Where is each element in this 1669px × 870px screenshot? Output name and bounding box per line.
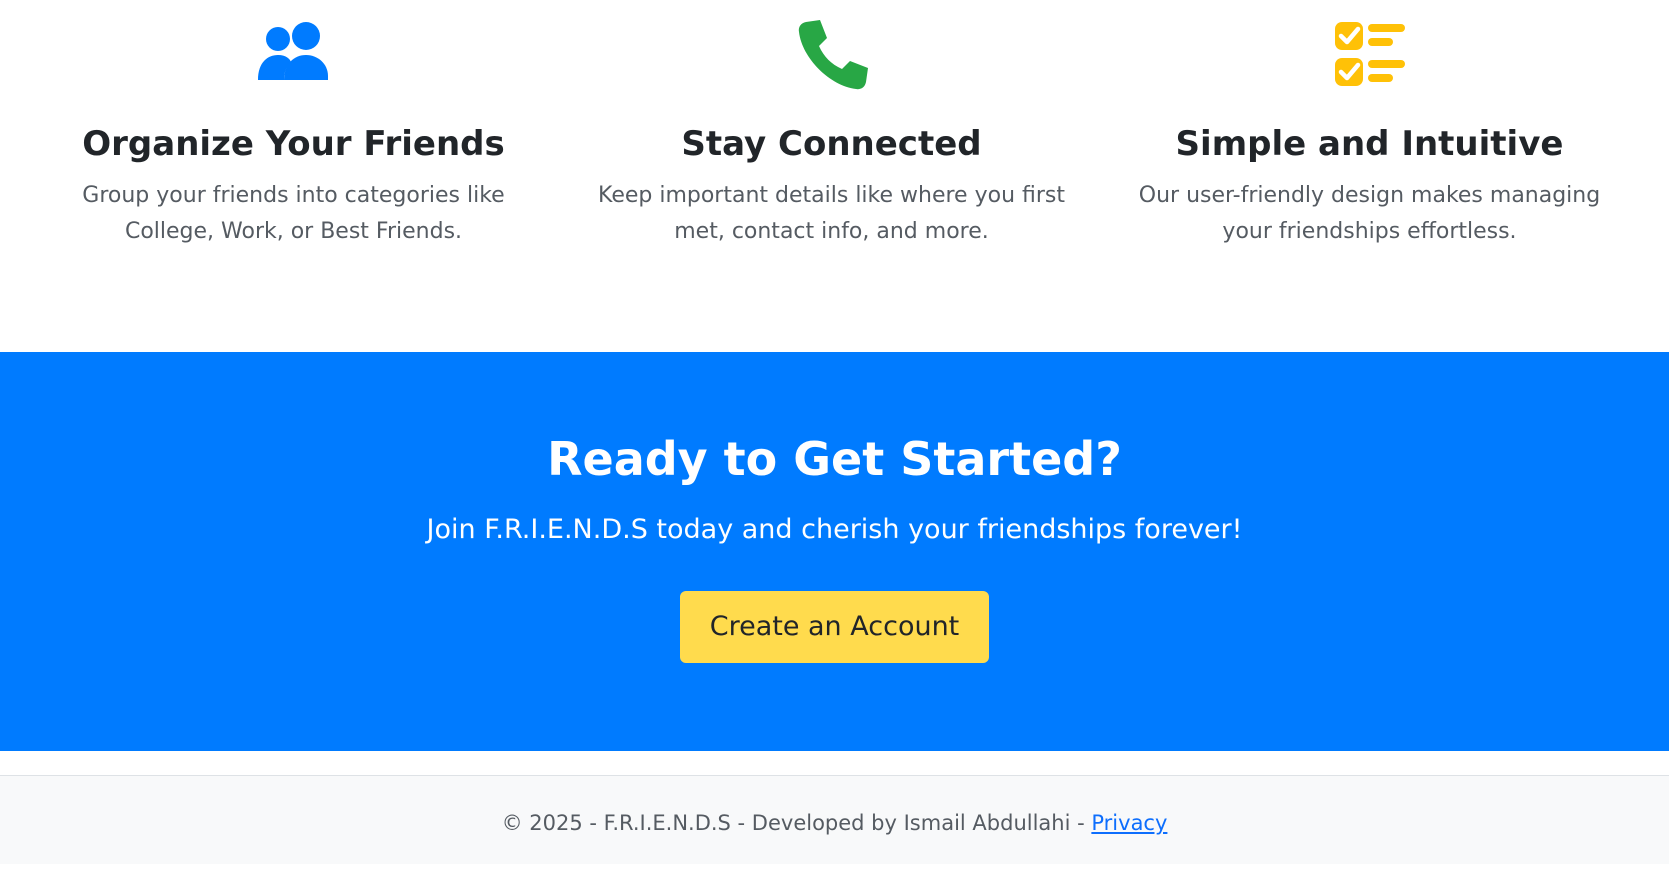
checklist-icon: [1334, 22, 1405, 86]
feature-organize-friends: Organize Your Friends Group your friends…: [25, 0, 562, 250]
phone-icon: [798, 20, 868, 90]
feature-title: Organize Your Friends: [82, 124, 505, 164]
create-account-button[interactable]: Create an Account: [679, 591, 990, 663]
footer-copyright: © 2025 - F.R.I.E.N.D.S - Developed by Is…: [501, 811, 1092, 835]
footer: © 2025 - F.R.I.E.N.D.S - Developed by Is…: [0, 775, 1669, 864]
cta-heading: Ready to Get Started?: [547, 432, 1122, 486]
users-icon: [257, 22, 328, 80]
privacy-link[interactable]: Privacy: [1091, 811, 1167, 835]
feature-description: Keep important details like where you fi…: [597, 183, 1065, 244]
feature-simple-intuitive: Simple and Intuitive Our user-friendly d…: [1101, 0, 1638, 250]
feature-title: Stay Connected: [681, 124, 982, 164]
features-section: Organize Your Friends Group your friends…: [0, 0, 1669, 352]
feature-description: Our user-friendly design makes managing …: [1138, 183, 1601, 244]
feature-stay-connected: Stay Connected Keep important details li…: [563, 0, 1100, 250]
cta-section: Ready to Get Started? Join F.R.I.E.N.D.S…: [0, 352, 1669, 751]
feature-title: Simple and Intuitive: [1175, 124, 1564, 164]
cta-subtext: Join F.R.I.E.N.D.S today and cherish you…: [426, 514, 1243, 545]
feature-description: Group your friends into categories like …: [82, 183, 505, 244]
